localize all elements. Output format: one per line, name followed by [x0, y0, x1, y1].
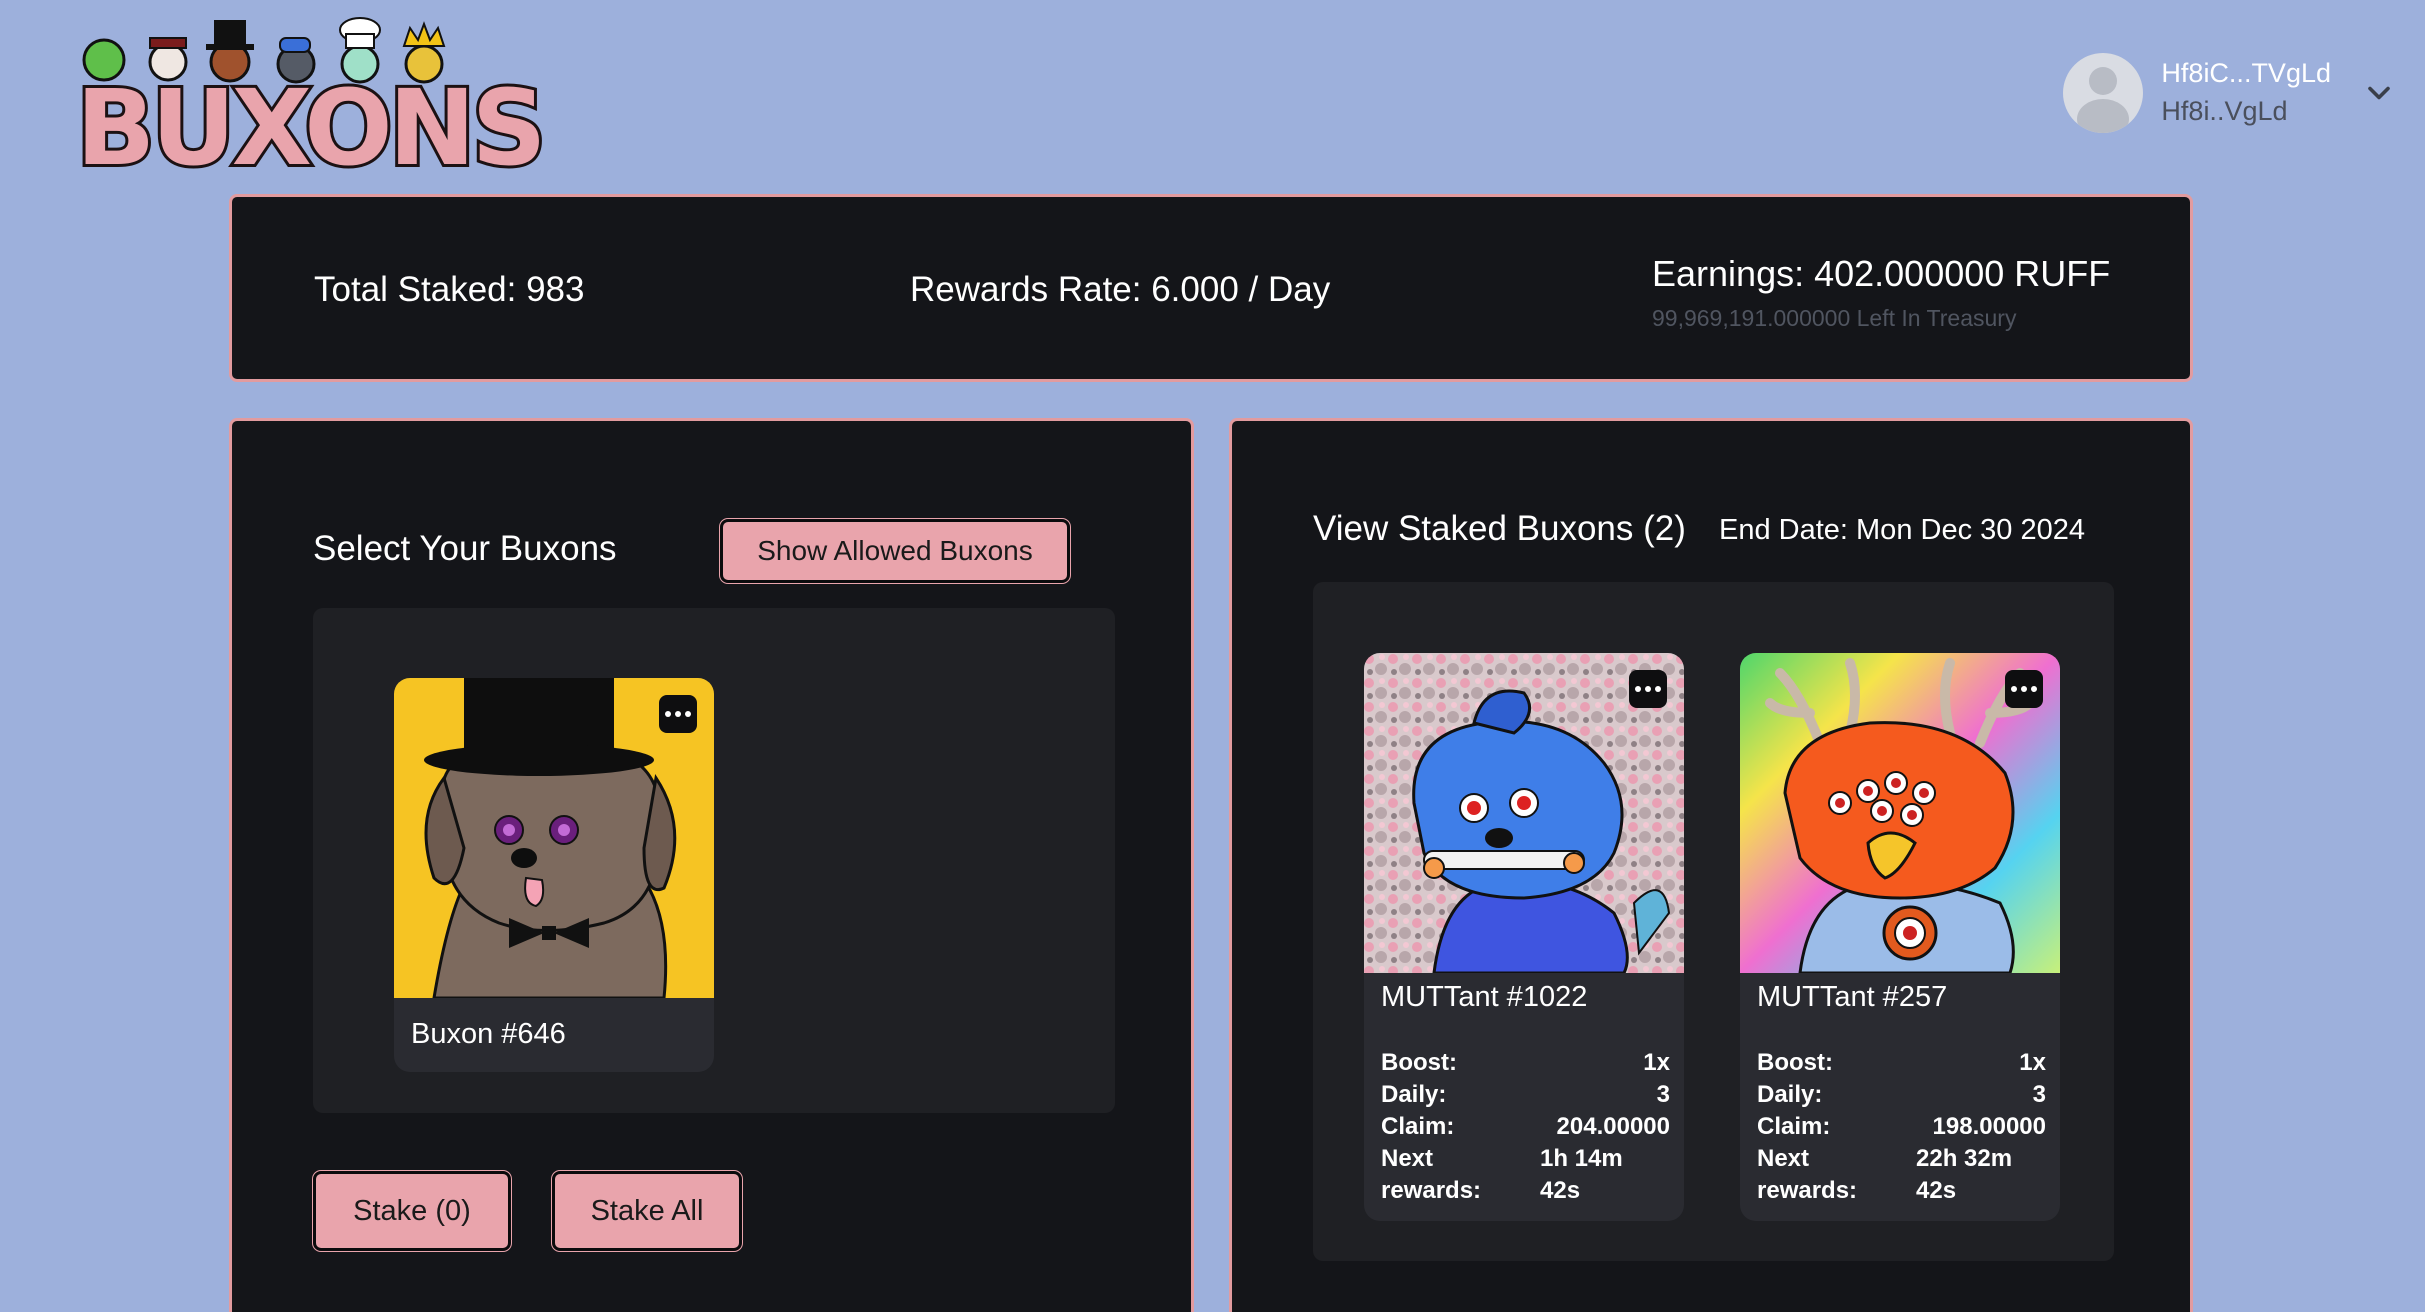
next-label: Next — [1757, 1145, 1810, 1172]
staked-info: Boost: 1x Daily: 3 Claim: 204.00000 Next 1h … — [1381, 1047, 1670, 1207]
select-buxons-title: Select Your Buxons — [313, 529, 617, 568]
staked-image — [1364, 653, 1684, 973]
staked-buxons-grid: MUTTant #1022 Boost: 1x Daily: 3 Claim: 204… — [1313, 582, 2114, 1261]
staked-image — [1740, 653, 2060, 973]
claim-value: 204.00000 — [1556, 1113, 1670, 1140]
chevron-down-icon[interactable] — [2361, 75, 2397, 111]
boost-label: Boost: — [1381, 1049, 1457, 1076]
boost-value: 1x — [2019, 1049, 2046, 1076]
claim-label: Claim: — [1381, 1113, 1455, 1140]
daily-value: 3 — [2032, 1081, 2046, 1108]
daily-label: Daily: — [1757, 1081, 1823, 1108]
buxon-image — [394, 678, 714, 998]
daily-value: 3 — [1656, 1081, 1670, 1108]
stats-panel: Total Staked: 983 Rewards Rate: 6.000 / … — [229, 194, 2193, 382]
user-avatar-icon — [2063, 53, 2144, 133]
select-buxons-panel: Select Your Buxons Show Allowed Buxons B… — [229, 418, 1194, 1312]
wallet-address: Hf8i..VgLd — [2161, 96, 2288, 126]
stake-all-button[interactable]: Stake All — [552, 1171, 742, 1251]
wallet-menu[interactable]: Hf8iC...TVgLd Hf8i..VgLd — [2063, 48, 2397, 138]
earnings: Earnings: 402.000000 RUFF — [1652, 253, 2111, 294]
daily-label: Daily: — [1381, 1081, 1447, 1108]
rewards-label: rewards: — [1381, 1177, 1482, 1204]
buxon-card[interactable]: Buxon #646 — [394, 678, 714, 1072]
logo-wordmark: BUXONS — [73, 67, 550, 189]
claim-label: Claim: — [1757, 1113, 1831, 1140]
rewards-value: 42s — [1540, 1177, 1581, 1204]
buxon-name: Buxon #646 — [411, 1018, 566, 1050]
rewards-value: 42s — [1916, 1177, 1957, 1204]
treasury-remaining: 99,969,191.000000 Left In Treasury — [1652, 305, 2017, 331]
total-staked: Total Staked: 983 — [314, 270, 585, 309]
buxons-logo[interactable]: BUXONS — [73, 16, 550, 183]
staked-info: Boost: 1x Daily: 3 Claim: 198.00000 Next 22h… — [1757, 1047, 2046, 1207]
next-value: 1h 14m — [1540, 1145, 1623, 1172]
rewards-rate: Rewards Rate: 6.000 / Day — [910, 270, 1331, 309]
more-options-icon[interactable] — [2005, 670, 2043, 708]
claim-value: 198.00000 — [1932, 1113, 2046, 1140]
more-options-icon[interactable] — [659, 695, 697, 733]
rewards-label: rewards: — [1757, 1177, 1858, 1204]
boost-value: 1x — [1643, 1049, 1670, 1076]
next-label: Next — [1381, 1145, 1434, 1172]
staked-card[interactable]: MUTTant #257 Boost: 1x Daily: 3 Claim: 198.… — [1740, 653, 2060, 1221]
unstaked-buxons-grid: Buxon #646 — [313, 608, 1115, 1113]
wallet-name: Hf8iC...TVgLd — [2161, 58, 2331, 88]
staked-buxons-title: View Staked Buxons (2) — [1313, 509, 1686, 548]
show-allowed-buxons-button[interactable]: Show Allowed Buxons — [720, 519, 1070, 583]
boost-label: Boost: — [1757, 1049, 1833, 1076]
more-options-icon[interactable] — [1629, 670, 1667, 708]
staked-name: MUTTant #1022 — [1381, 981, 1588, 1013]
next-value: 22h 32m — [1916, 1145, 2013, 1172]
staked-buxons-panel: View Staked Buxons (2) End Date: Mon Dec… — [1229, 418, 2193, 1312]
staked-name: MUTTant #257 — [1757, 981, 1948, 1013]
end-date: End Date: Mon Dec 30 2024 — [1719, 514, 2085, 546]
staked-card[interactable]: MUTTant #1022 Boost: 1x Daily: 3 Claim: 204… — [1364, 653, 1684, 1221]
stake-button[interactable]: Stake (0) — [313, 1171, 511, 1251]
